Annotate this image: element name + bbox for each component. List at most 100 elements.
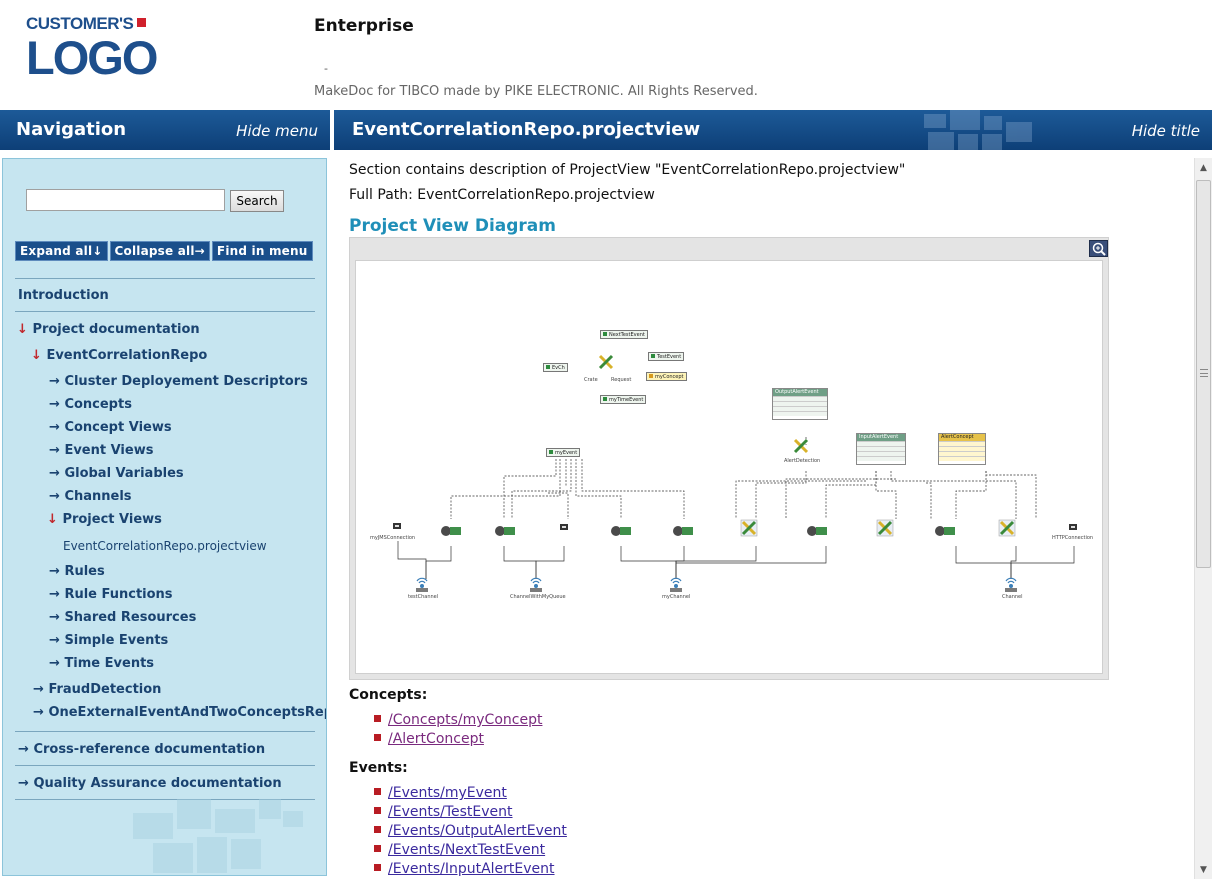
- page-title: EventCorrelationRepo.projectview: [352, 119, 701, 140]
- nav-item-shared-resources[interactable]: → Shared Resources: [49, 610, 196, 625]
- connection-icon: [1069, 524, 1077, 530]
- channel-label: Channel: [1002, 594, 1023, 600]
- scroll-up-icon[interactable]: ▲: [1195, 160, 1212, 177]
- nav-introduction[interactable]: Introduction: [18, 288, 109, 303]
- nav-label: Simple Events: [64, 633, 169, 648]
- nav-current-projectview[interactable]: EventCorrelationRepo.projectview: [63, 539, 267, 553]
- enterprise-title: Enterprise: [314, 16, 414, 36]
- arrow-right-icon: →: [49, 656, 60, 671]
- arrow-right-icon: →: [49, 564, 60, 579]
- nav-label: Project documentation: [32, 322, 200, 337]
- concept-link[interactable]: /AlertConcept: [388, 731, 484, 747]
- nav-item-concepts[interactable]: → Concepts: [49, 397, 132, 412]
- list-item: /Events/TestEvent: [374, 804, 513, 820]
- arrow-right-icon: →: [18, 742, 29, 757]
- channel-icon: [670, 577, 682, 592]
- zoom-in-icon[interactable]: [1089, 240, 1108, 257]
- event-link[interactable]: /Events/InputAlertEvent: [388, 861, 555, 877]
- nav-item-concept-views[interactable]: → Concept Views: [49, 420, 172, 435]
- arrow-right-icon: →: [49, 489, 60, 504]
- nav-quality-assurance-documentation[interactable]: → Quality Assurance documentation: [18, 776, 282, 791]
- rule-icon: [876, 519, 894, 537]
- nav-label: Rule Functions: [64, 587, 173, 602]
- nav-item-project-views[interactable]: ↓ Project Views: [47, 512, 162, 527]
- nav-item-global-variables[interactable]: → Global Variables: [49, 466, 184, 481]
- scrollbar-thumb[interactable]: [1196, 180, 1211, 568]
- nav-label: Concept Views: [64, 420, 172, 435]
- rule-icon: [998, 519, 1016, 537]
- bullet-icon: [374, 715, 381, 722]
- nav-label: Event Views: [64, 443, 154, 458]
- arrow-down-icon: ↓: [31, 348, 42, 363]
- event-link[interactable]: /Events/myEvent: [388, 785, 507, 801]
- output-alert-event-box: OutputAlertEvent: [772, 388, 828, 420]
- nav-item-rule-functions[interactable]: → Rule Functions: [49, 587, 173, 602]
- tag-test-event: TestEvent: [648, 352, 685, 361]
- nav-event-correlation-repo[interactable]: ↓ EventCorrelationRepo: [31, 348, 207, 363]
- event-link[interactable]: /Events/OutputAlertEvent: [388, 823, 567, 839]
- navigation-sidebar: Search Expand all↓ Collapse all→ Find in…: [2, 158, 327, 876]
- nav-label: Time Events: [64, 656, 155, 671]
- channel-label: ChannelWithMyQueue: [510, 594, 566, 600]
- customer-logo: CUSTOMER'S LOGO: [26, 14, 166, 94]
- collapse-all-button[interactable]: Collapse all→: [109, 241, 210, 261]
- event-link[interactable]: /Events/NextTestEvent: [388, 842, 545, 858]
- nav-one-external-event-repo[interactable]: → OneExternalEventAndTwoConceptsRepo: [33, 705, 327, 720]
- nav-label: Channels: [64, 489, 132, 504]
- scroll-down-icon[interactable]: ▼: [1195, 862, 1212, 879]
- diagram-container: NextTestEvent TestEvent myConcept EvCh m…: [349, 237, 1109, 680]
- hide-title-link[interactable]: Hide title: [1132, 122, 1200, 140]
- hide-menu-link[interactable]: Hide menu: [236, 122, 318, 140]
- nav-item-cluster-deployement-descriptors[interactable]: → Cluster Deployement Descriptors: [49, 374, 308, 389]
- expand-all-button[interactable]: Expand all↓: [15, 241, 108, 261]
- event-node-icon: [807, 526, 827, 536]
- nav-item-rules[interactable]: → Rules: [49, 564, 105, 579]
- event-node-icon: [495, 526, 515, 536]
- tag-my-concept: myConcept: [646, 372, 687, 381]
- channel-icon: [1005, 577, 1017, 592]
- nav-project-documentation[interactable]: ↓ Project documentation: [17, 322, 200, 337]
- project-view-diagram[interactable]: NextTestEvent TestEvent myConcept EvCh m…: [355, 260, 1103, 674]
- nav-cross-reference-documentation[interactable]: → Cross-reference documentation: [18, 742, 265, 757]
- header-dash: -: [324, 62, 328, 75]
- arrow-right-icon: →: [18, 776, 29, 791]
- conn-right-label: HTTPConnection: [1052, 535, 1094, 541]
- nav-label: OneExternalEventAndTwoConceptsRepo: [48, 705, 327, 720]
- arrow-right-icon: →: [49, 374, 60, 389]
- nav-label: Global Variables: [64, 466, 184, 481]
- tag-my-event: myEvent: [546, 448, 581, 457]
- grip-icon: [1200, 369, 1208, 377]
- arrow-right-icon: →: [49, 420, 60, 435]
- concept-link[interactable]: /Concepts/myConcept: [388, 712, 542, 728]
- nav-item-simple-events[interactable]: → Simple Events: [49, 633, 168, 648]
- arrow-right-icon: →: [49, 443, 60, 458]
- bullet-icon: [374, 807, 381, 814]
- channel-label: myChannel: [662, 594, 691, 600]
- search-button[interactable]: Search: [230, 190, 284, 212]
- list-item: /Concepts/myConcept: [374, 712, 542, 728]
- logo-square-icon: [137, 18, 147, 27]
- arrow-right-icon: →: [33, 682, 44, 697]
- search-input[interactable]: [26, 189, 225, 211]
- event-link[interactable]: /Events/TestEvent: [388, 804, 513, 820]
- nav-item-event-views[interactable]: → Event Views: [49, 443, 153, 458]
- nav-fraud-detection[interactable]: → FraudDetection: [33, 682, 161, 697]
- nav-item-time-events[interactable]: → Time Events: [49, 656, 154, 671]
- bullet-icon: [374, 734, 381, 741]
- arrow-right-icon: →: [33, 705, 44, 720]
- events-heading: Events:: [349, 760, 408, 776]
- input-alert-event-box: InputAlertEvent: [856, 433, 906, 465]
- vertical-scrollbar[interactable]: ▲ ▼: [1194, 158, 1212, 879]
- find-in-menu-button[interactable]: Find in menu: [211, 241, 313, 261]
- title-bar: EventCorrelationRepo.projectview Hide ti…: [334, 110, 1212, 150]
- arrow-right-icon: →: [49, 397, 60, 412]
- bullet-icon: [374, 864, 381, 871]
- nav-label: Cluster Deployement Descriptors: [64, 374, 308, 389]
- list-item: /Events/myEvent: [374, 785, 507, 801]
- rule-icon: [740, 519, 758, 537]
- page-header: CUSTOMER'S LOGO Enterprise - MakeDoc for…: [0, 0, 1212, 110]
- divider: [15, 311, 315, 312]
- nav-item-channels[interactable]: → Channels: [49, 489, 132, 504]
- menu-buttons: Expand all↓ Collapse all→ Find in menu: [15, 241, 315, 261]
- list-item: /Events/InputAlertEvent: [374, 861, 555, 877]
